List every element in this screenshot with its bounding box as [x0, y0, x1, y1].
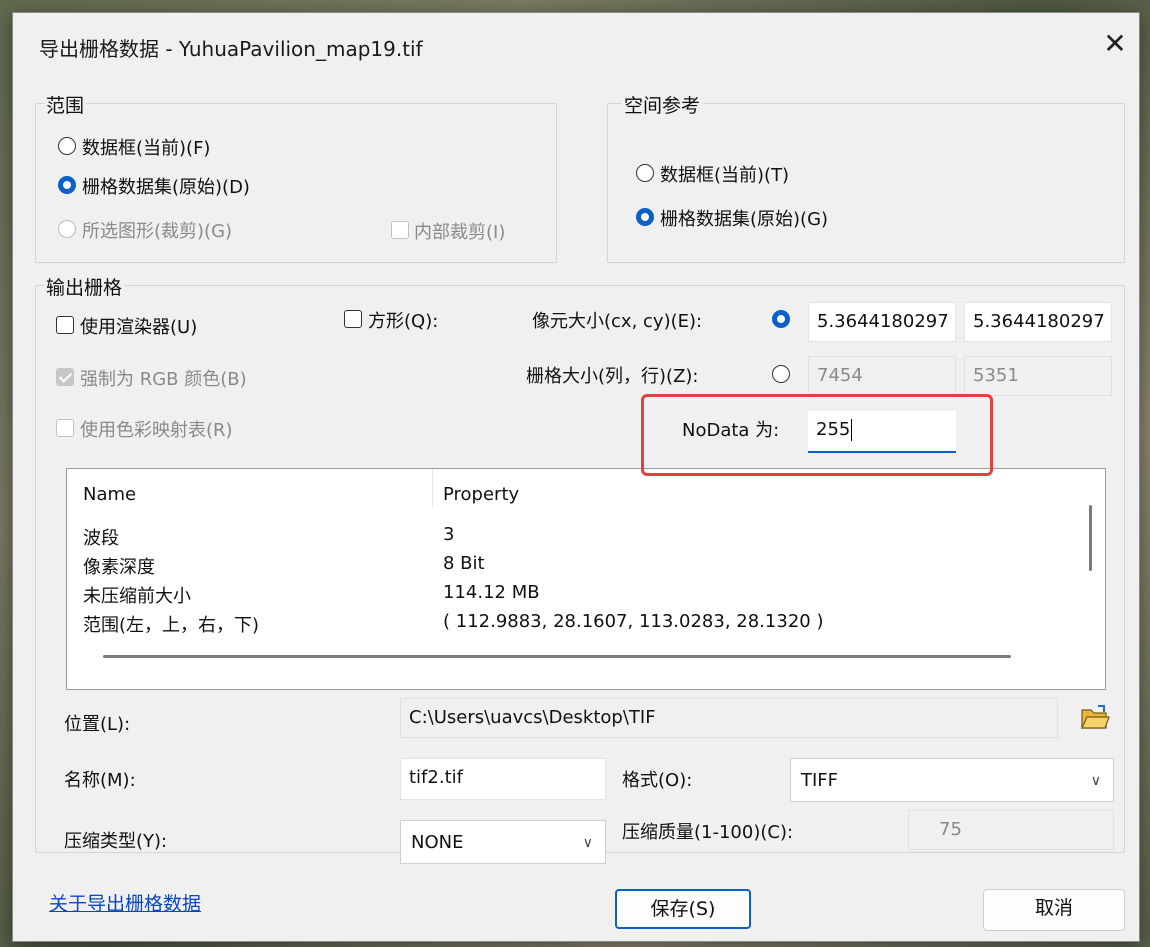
- compression-quality-label: 压缩质量(1-100)(C):: [622, 822, 794, 843]
- cancel-button[interactable]: 取消: [983, 889, 1125, 931]
- row-value: ( 112.9883, 28.1607, 113.0283, 28.1320 ): [443, 611, 824, 632]
- row-value: 114.12 MB: [443, 582, 540, 603]
- compression-type-label: 压缩类型(Y):: [64, 831, 168, 852]
- format-label: 格式(O):: [622, 770, 693, 791]
- extent-raster-dataset-label: 栅格数据集(原始)(D): [82, 177, 250, 198]
- use-renderer-checkbox[interactable]: [56, 316, 74, 334]
- sr-data-frame-label: 数据框(当前)(T): [660, 165, 790, 186]
- extent-data-frame-label: 数据框(当前)(F): [82, 138, 211, 159]
- row-name: 范围(左，上，右，下): [83, 615, 260, 636]
- sr-data-frame-radio[interactable]: [636, 164, 654, 182]
- dialog-title: 导出栅格数据 - YuhuaPavilion_map19.tif: [39, 37, 423, 61]
- chevron-down-icon: ∨: [582, 835, 593, 851]
- name-label: 名称(M):: [64, 770, 136, 791]
- row-name: 像素深度: [83, 557, 155, 578]
- raster-size-label: 栅格大小(列，行)(Z):: [526, 366, 699, 387]
- chevron-down-icon: ∨: [1090, 773, 1101, 789]
- spatial-reference-legend: 空间参考: [622, 91, 703, 118]
- location-label: 位置(L):: [64, 714, 131, 735]
- cell-size-radio[interactable]: [772, 310, 790, 328]
- extent-legend: 范围: [44, 91, 87, 118]
- use-colormap-checkbox[interactable]: [56, 419, 74, 437]
- use-colormap-label: 使用色彩映射表(R): [80, 420, 233, 441]
- clip-inside-label: 内部裁剪(I): [414, 222, 506, 243]
- nodata-highlight-box: [641, 394, 993, 476]
- column-header-property[interactable]: Property: [443, 484, 519, 505]
- extent-selected-graphics-radio[interactable]: [58, 220, 76, 238]
- format-value: TIFF: [801, 770, 839, 791]
- column-header-name[interactable]: Name: [83, 484, 136, 505]
- compression-type-select[interactable]: NONE ∨: [400, 820, 606, 864]
- square-label: 方形(Q):: [368, 311, 439, 332]
- sr-raster-dataset-radio[interactable]: [636, 208, 654, 226]
- row-value: 3: [443, 524, 455, 545]
- output-raster-group: 输出栅格 使用渲染器(U) 方形(Q): 像元大小(cx, cy)(E): 5.…: [35, 273, 1125, 864]
- use-renderer-label: 使用渲染器(U): [80, 317, 198, 338]
- format-select[interactable]: TIFF ∨: [790, 758, 1114, 802]
- row-name: 波段: [83, 528, 119, 549]
- row-name: 未压缩前大小: [83, 586, 191, 607]
- sr-raster-dataset-label: 栅格数据集(原始)(G): [660, 209, 829, 230]
- compression-type-value: NONE: [411, 832, 464, 853]
- location-value: C:\Users\uavcs\Desktop\TIF: [409, 707, 656, 728]
- open-folder-icon[interactable]: [1080, 704, 1110, 730]
- horizontal-scrollbar-thumb[interactable]: [103, 655, 1011, 658]
- location-input[interactable]: C:\Users\uavcs\Desktop\TIF: [400, 698, 1058, 738]
- export-raster-dialog: 导出栅格数据 - YuhuaPavilion_map19.tif ✕ 范围 数据…: [12, 12, 1140, 942]
- cell-size-label: 像元大小(cx, cy)(E):: [532, 311, 703, 332]
- cell-size-y-input[interactable]: 5.3644180297: [964, 302, 1112, 342]
- square-checkbox[interactable]: [344, 310, 362, 328]
- columns-input[interactable]: 7454: [808, 356, 956, 396]
- row-value: 8 Bit: [443, 553, 485, 574]
- extent-selected-graphics-label: 所选图形(裁剪)(G): [82, 221, 233, 242]
- rows-input[interactable]: 5351: [964, 356, 1112, 396]
- cell-size-x-input[interactable]: 5.3644180297: [808, 302, 956, 342]
- force-rgb-label: 强制为 RGB 颜色(B): [80, 369, 247, 390]
- output-raster-legend: 输出栅格: [44, 273, 125, 300]
- properties-list[interactable]: Name Property 波段 3 像素深度 8 Bit 未压缩前大小 114…: [66, 468, 1106, 690]
- close-icon[interactable]: ✕: [1098, 27, 1132, 61]
- extent-data-frame-radio[interactable]: [58, 137, 76, 155]
- name-input[interactable]: tif2.tif: [400, 758, 606, 800]
- spatial-reference-group: 空间参考 数据框(当前)(T) 栅格数据集(原始)(G): [607, 91, 1125, 263]
- compression-quality-input[interactable]: 75: [908, 810, 1114, 850]
- raster-size-radio[interactable]: [772, 365, 790, 383]
- save-button[interactable]: 保存(S): [615, 889, 751, 929]
- vertical-scrollbar-thumb[interactable]: [1089, 505, 1092, 571]
- extent-raster-dataset-radio[interactable]: [58, 176, 76, 194]
- force-rgb-checkbox[interactable]: [56, 368, 74, 386]
- column-divider: [432, 469, 433, 507]
- extent-group: 范围 数据框(当前)(F) 栅格数据集(原始)(D) 所选图形(裁剪)(G) 内…: [35, 91, 557, 263]
- help-link[interactable]: 关于导出栅格数据: [49, 889, 201, 916]
- clip-inside-checkbox[interactable]: [391, 221, 409, 239]
